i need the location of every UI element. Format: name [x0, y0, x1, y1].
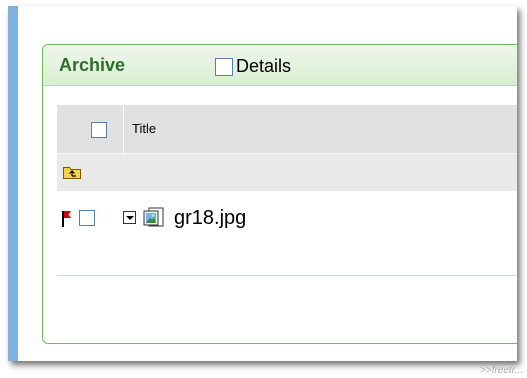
folder-up-icon[interactable]	[63, 165, 81, 179]
column-separator	[123, 105, 124, 153]
details-checkbox[interactable]	[215, 57, 233, 76]
select-all-checkbox[interactable]	[91, 122, 107, 138]
archive-panel: Archive Details Title gr18.jpg	[42, 44, 517, 344]
file-name[interactable]: gr18.jpg	[174, 207, 246, 230]
panel-header: Archive Details	[43, 45, 517, 86]
file-row[interactable]: gr18.jpg	[57, 207, 517, 237]
row-checkbox[interactable]	[79, 210, 95, 226]
column-header-title[interactable]: Title	[132, 121, 156, 136]
panel-title: Archive	[59, 55, 126, 75]
parent-folder-row[interactable]	[57, 153, 517, 191]
watermark: >>freetr...	[480, 365, 523, 376]
left-stripe	[8, 6, 18, 361]
details-toggle[interactable]: Details	[215, 56, 291, 77]
row-divider	[57, 275, 517, 276]
dropdown-toggle-icon[interactable]	[123, 211, 136, 224]
details-label: Details	[236, 56, 292, 76]
table-header: Title	[57, 105, 517, 153]
red-flag-icon[interactable]	[62, 211, 72, 227]
image-file-icon[interactable]	[143, 207, 165, 229]
window: Archive Details Title gr18.jpg	[8, 6, 517, 361]
